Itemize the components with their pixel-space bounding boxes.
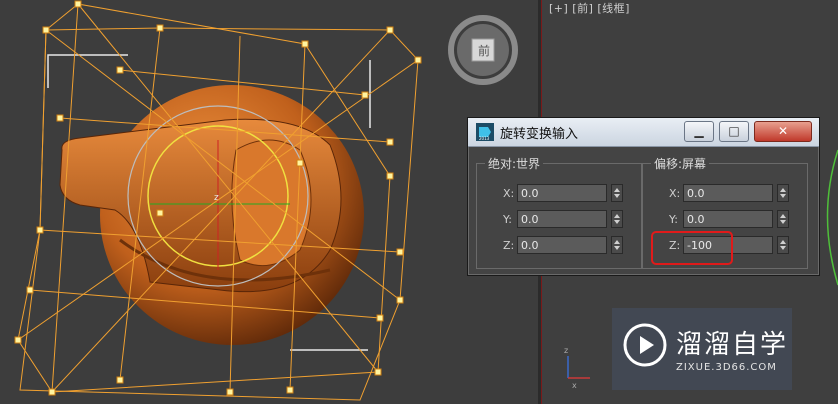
off-z-spinner[interactable]: [777, 236, 789, 254]
off-x-row: X: 0.0: [643, 184, 807, 204]
viewport-label[interactable]: [+] [前] [线框]: [549, 0, 630, 16]
abs-z-spinner[interactable]: [611, 236, 623, 254]
off-x-label: X:: [669, 187, 681, 200]
watermark-text: 溜溜自学: [676, 330, 789, 360]
abs-z-label: Z:: [503, 239, 515, 252]
svg-text:x: x: [572, 381, 577, 390]
abs-y-label: Y:: [503, 213, 512, 226]
abs-z-input[interactable]: 0.0: [517, 236, 607, 254]
close-button[interactable]: ✕: [754, 121, 812, 142]
viewcube-icon[interactable]: 前: [447, 14, 519, 86]
knob-grip: [231, 139, 312, 267]
abs-x-row: X: 0.0: [477, 184, 641, 204]
play-logo-icon: [623, 323, 667, 367]
abs-x-label: X:: [503, 187, 515, 200]
off-y-row: Y: 0.0: [643, 210, 807, 230]
maximize-button[interactable]: □: [719, 121, 749, 142]
3dsmax-app-icon: 2013: [476, 123, 494, 141]
svg-text:前: 前: [478, 43, 490, 58]
svg-text:z: z: [564, 346, 568, 355]
viewport-perspective[interactable]: z 前: [0, 0, 538, 404]
abs-y-row: Y: 0.0: [477, 210, 641, 230]
off-x-spinner[interactable]: [777, 184, 789, 202]
watermark: 溜溜自学 ZIXUE.3D66.COM: [612, 308, 792, 390]
abs-x-spinner[interactable]: [611, 184, 623, 202]
dialog-titlebar[interactable]: 2013 旋转变换输入 ▁ □ ✕: [468, 118, 819, 147]
minimize-button[interactable]: ▁: [684, 121, 714, 142]
abs-x-input[interactable]: 0.0: [517, 184, 607, 202]
abs-z-row: Z: 0.0: [477, 236, 641, 256]
absolute-world-group: 绝对:世界 X: 0.0 Y: 0.0 Z: 0.0: [476, 155, 642, 269]
offset-screen-legend: 偏移:屏幕: [651, 155, 710, 172]
absolute-world-legend: 绝对:世界: [485, 155, 544, 172]
off-y-spinner[interactable]: [777, 210, 789, 228]
off-y-label: Y:: [669, 213, 678, 226]
svg-text:2013: 2013: [479, 136, 490, 141]
rotate-transform-dialog: 2013 旋转变换输入 ▁ □ ✕ 绝对:世界 X: 0.0 Y: 0.0 Z:…: [467, 117, 820, 276]
axis-tripod-icon: z x: [564, 346, 590, 390]
abs-y-input[interactable]: 0.0: [517, 210, 607, 228]
z-offset-highlight: [651, 231, 733, 265]
dialog-title: 旋转变换输入: [500, 127, 579, 142]
watermark-url: ZIXUE.3D66.COM: [676, 362, 777, 373]
abs-y-spinner[interactable]: [611, 210, 623, 228]
off-x-input[interactable]: 0.0: [683, 184, 773, 202]
off-y-input[interactable]: 0.0: [683, 210, 773, 228]
